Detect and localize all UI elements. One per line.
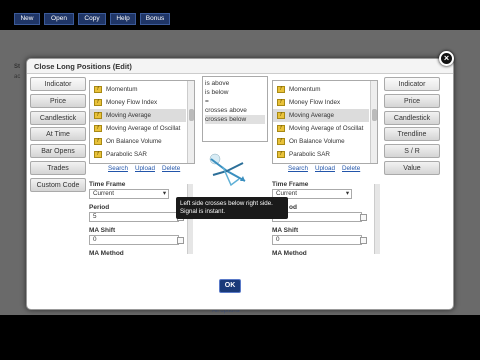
function-icon: f [277, 86, 285, 93]
right-tab-value[interactable]: Value [384, 161, 440, 175]
list-scrollbar[interactable] [370, 81, 377, 163]
tooltip-line: Signal is instant. [180, 208, 226, 215]
function-icon: f [277, 112, 285, 119]
condition-option-selected[interactable]: crosses below [205, 115, 265, 124]
function-icon: f [94, 125, 102, 132]
condition-option[interactable]: is below [205, 88, 265, 97]
right-indicator-list[interactable]: f Momentum f Money Flow Index f Moving Aver… [272, 80, 378, 164]
left-time-frame-select[interactable]: Current ▾ [89, 189, 169, 199]
right-ma-shift-checkbox[interactable] [360, 237, 367, 244]
right-period-label: od [289, 204, 297, 211]
right-tab-candlestick[interactable]: Candlestick [384, 111, 440, 125]
list-item[interactable]: f Momentum [90, 83, 186, 96]
dialog-title: Close Long Positions (Edit) [27, 59, 453, 74]
right-ma-method-label: MA Method [272, 250, 307, 257]
list-item[interactable]: f Moving Average of Oscillat [90, 122, 186, 135]
left-ma-shift-checkbox[interactable] [177, 237, 184, 244]
function-icon: f [94, 138, 102, 145]
help-button[interactable]: Help [110, 13, 136, 25]
function-icon: f [94, 86, 102, 93]
left-ma-shift-input[interactable]: 0 [89, 235, 179, 245]
tooltip-line: Left side crosses below right side. [180, 200, 273, 207]
left-delete-link[interactable]: Delete [162, 165, 180, 172]
left-params-scrollbar[interactable] [187, 184, 193, 254]
condition-option[interactable]: crosses above [205, 106, 265, 115]
scrollbar-thumb[interactable] [372, 109, 377, 121]
function-icon: f [277, 151, 285, 158]
scrollbar-thumb[interactable] [189, 109, 194, 121]
right-upload-link[interactable]: Upload [315, 165, 335, 172]
function-icon: f [277, 138, 285, 145]
crosses-below-icon [209, 153, 246, 187]
right-time-frame-label: Time Frame [272, 181, 309, 188]
top-navigation: New Open Copy Help Bonus [0, 0, 480, 30]
right-tab-trendline[interactable]: Trendline [384, 127, 440, 141]
right-tab-indicator[interactable]: Indicator [384, 77, 440, 91]
background-text-fragment: ac [14, 74, 21, 80]
left-tab-bar-opens[interactable]: Bar Opens [30, 144, 86, 158]
left-tab-candlestick[interactable]: Candlestick [30, 111, 86, 125]
chevron-down-icon: ▾ [162, 190, 166, 197]
left-upload-link[interactable]: Upload [135, 165, 155, 172]
condition-list[interactable]: is above is below = crosses above crosse… [202, 76, 268, 142]
copy-button[interactable]: Copy [78, 13, 106, 25]
left-ma-method-label: MA Method [89, 250, 124, 257]
left-period-input[interactable]: 5 [89, 212, 179, 222]
function-icon: f [277, 125, 285, 132]
right-ma-shift-input[interactable]: 0 [272, 235, 362, 245]
list-item[interactable]: f On Balance Volume [90, 135, 186, 148]
background-title-fragment: St [14, 64, 20, 70]
left-time-frame-label: Time Frame [89, 181, 126, 188]
condition-option[interactable]: is above [205, 79, 265, 88]
chevron-down-icon: ▾ [345, 190, 349, 197]
right-search-link[interactable]: Search [288, 165, 308, 172]
left-search-link[interactable]: Search [108, 165, 128, 172]
condition-tooltip: Left side crosses below right side. Sign… [176, 197, 288, 219]
open-button[interactable]: Open [44, 13, 74, 25]
list-item-selected[interactable]: f Moving Average [273, 109, 369, 122]
left-ma-shift-label: MA Shift [89, 227, 116, 234]
list-item[interactable]: f On Balance Volume [273, 135, 369, 148]
list-item[interactable]: f Moving Average of Oscillat [273, 122, 369, 135]
function-icon: f [277, 99, 285, 106]
video-frame: New Open Copy Help Bonus St ac All optio… [0, 0, 480, 360]
right-tab-price[interactable]: Price [384, 94, 440, 108]
left-tab-indicator[interactable]: Indicator [30, 77, 86, 91]
condition-option[interactable]: = [205, 97, 265, 106]
list-item-selected[interactable]: f Moving Average [90, 109, 186, 122]
left-period-label: Period [89, 204, 110, 211]
list-item[interactable]: f Parabolic SAR [90, 148, 186, 161]
left-tab-price[interactable]: Price [30, 94, 86, 108]
left-tab-at-time[interactable]: At Time [30, 127, 86, 141]
ok-button[interactable]: OK [219, 279, 241, 293]
new-button[interactable]: New [14, 13, 40, 25]
function-icon: f [94, 99, 102, 106]
right-tab-sr[interactable]: S / R [384, 144, 440, 158]
function-icon: f [94, 112, 102, 119]
right-params-scrollbar[interactable] [374, 184, 380, 254]
left-tab-trades[interactable]: Trades [30, 161, 86, 175]
list-item[interactable]: f Money Flow Index [90, 96, 186, 109]
close-icon[interactable]: × [439, 51, 454, 66]
list-scrollbar[interactable] [187, 81, 194, 163]
list-item[interactable]: f Momentum [273, 83, 369, 96]
bonus-button[interactable]: Bonus [140, 13, 170, 25]
right-delete-link[interactable]: Delete [342, 165, 360, 172]
close-long-positions-dialog: Close Long Positions (Edit) × Indicator … [26, 51, 454, 310]
bottom-strip [0, 315, 480, 360]
left-indicator-list[interactable]: f Momentum f Money Flow Index f Moving Aver… [89, 80, 195, 164]
right-period-checkbox[interactable] [360, 214, 367, 221]
list-item[interactable]: f Parabolic SAR [273, 148, 369, 161]
left-tab-custom-code[interactable]: Custom Code [30, 178, 86, 192]
function-icon: f [94, 151, 102, 158]
right-ma-shift-label: MA Shift [272, 227, 299, 234]
list-item[interactable]: f Money Flow Index [273, 96, 369, 109]
